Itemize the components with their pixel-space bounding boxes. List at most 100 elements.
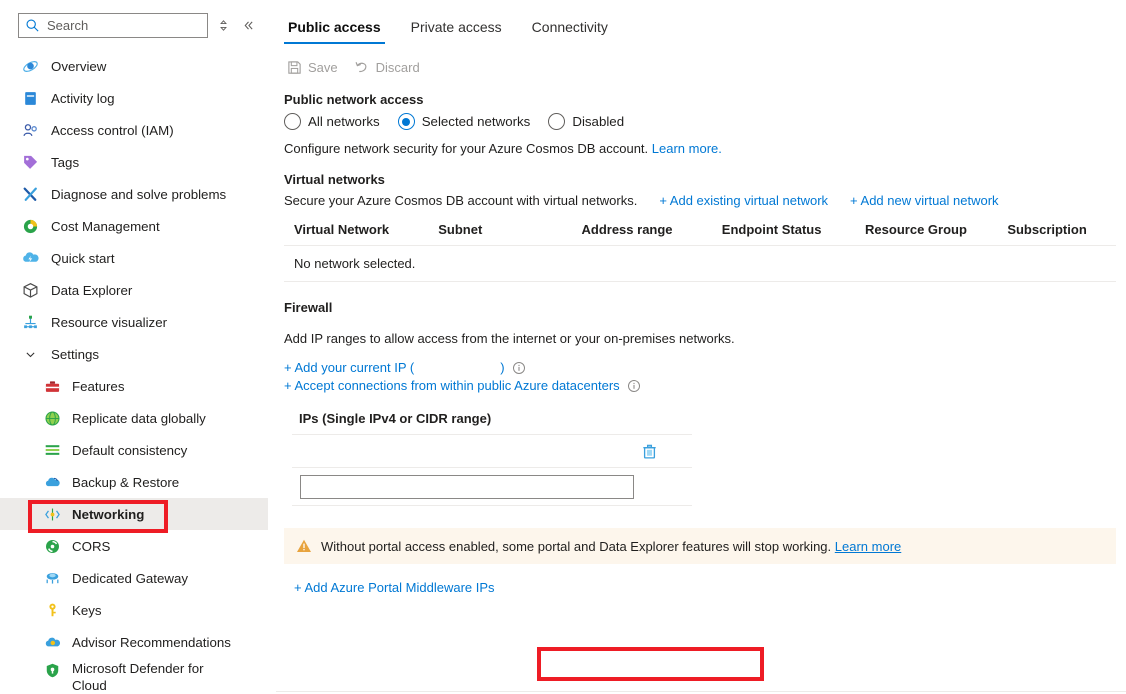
sidebar-item-backup-restore[interactable]: Backup & Restore [0,466,268,498]
virtual-networks-table: Virtual Network Subnet Address range End… [284,218,1116,282]
sidebar-item-overview[interactable]: Overview [0,50,268,82]
tab-label: Public access [288,19,381,35]
sidebar-item-label: Activity log [51,91,115,106]
ip-row-actions [292,435,692,468]
firewall-title: Firewall [284,300,1118,315]
ip-list-table [292,434,692,506]
column-header: Virtual Network [294,222,438,237]
azure-portal-networking-page: Overview Activity log [0,0,1126,694]
sidebar-item-dedicated-gateway[interactable]: Dedicated Gateway [0,562,268,594]
search-box[interactable] [18,13,208,38]
sidebar-item-features[interactable]: Features [0,370,268,402]
discard-label: Discard [376,60,420,75]
add-new-virtual-network-link[interactable]: + Add new virtual network [850,193,999,208]
virtual-networks-actions: Secure your Azure Cosmos DB account with… [284,193,1118,208]
double-chevron-left-icon[interactable] [239,12,258,38]
ip-address-input[interactable] [300,475,634,499]
save-button[interactable]: Save [286,59,338,75]
sidebar-item-resource-visualizer[interactable]: Resource visualizer [0,306,268,338]
radio-circle [548,113,565,130]
sidebar-item-advisor-recommendations[interactable]: Advisor Recommendations [0,626,268,658]
info-icon[interactable] [627,379,641,393]
sidebar-nav-list: Overview Activity log [0,50,268,694]
add-existing-virtual-network-link[interactable]: + Add existing virtual network [659,193,828,208]
undo-icon [354,59,370,75]
tab-label: Connectivity [532,19,608,35]
radio-all-networks[interactable]: All networks [284,113,380,130]
column-header: Resource Group [865,222,1007,237]
search-icon [25,18,40,33]
command-toolbar: Save Discard [276,50,1126,84]
sidebar-item-label: Microsoft Defender for Cloud [72,660,222,694]
search-input[interactable] [45,17,201,34]
sidebar-item-quick-start[interactable]: Quick start [0,242,268,274]
public-network-access-description: Configure network security for your Azur… [284,140,1118,158]
virtual-networks-title: Virtual networks [284,172,1118,187]
ips-column-label: IPs (Single IPv4 or CIDR range) [284,411,1118,426]
tab-public-access[interactable]: Public access [284,19,385,44]
sidebar-item-data-explorer[interactable]: Data Explorer [0,274,268,306]
tab-private-access[interactable]: Private access [407,19,506,44]
warning-triangle-icon [296,538,312,554]
sidebar-item-label: Default consistency [72,443,187,458]
discard-button[interactable]: Discard [354,59,420,75]
save-icon [286,59,302,75]
sidebar-item-diagnose[interactable]: Diagnose and solve problems [0,178,268,210]
sidebar-item-label: Overview [51,59,106,74]
advisor-icon [44,634,61,651]
radio-circle [398,113,415,130]
sidebar-item-cost-management[interactable]: Cost Management [0,210,268,242]
add-current-ip-row: + Add your current IP () [284,360,1118,375]
virtual-networks-description: Secure your Azure Cosmos DB account with… [284,193,637,208]
accept-connections-link[interactable]: + Accept connections from within public … [284,378,620,393]
info-icon[interactable] [512,361,526,375]
sidebar-item-keys[interactable]: Keys [0,594,268,626]
main-content: Public access Private access Connectivit… [268,0,1126,694]
defender-icon [44,662,61,679]
trash-icon[interactable] [641,443,658,460]
quick-start-icon [22,250,39,267]
cors-icon [44,538,61,555]
tab-connectivity[interactable]: Connectivity [528,19,612,44]
diagnose-icon [22,186,39,203]
warning-learn-more-link[interactable]: Learn more [835,539,901,554]
sidebar-item-default-consistency[interactable]: Default consistency [0,434,268,466]
add-current-ip-suffix: ) [500,360,504,375]
middleware-link-wrap: + Add Azure Portal Middleware IPs [284,564,1118,595]
column-header: Endpoint Status [722,222,865,237]
public-network-access-radio-group: All networks Selected networks Disabled [284,113,1118,130]
add-azure-portal-middleware-ips-link[interactable]: + Add Azure Portal Middleware IPs [294,580,495,595]
sidebar-item-microsoft-defender-for-cloud[interactable]: Microsoft Defender for Cloud [0,658,268,694]
dedicated-gateway-icon [44,570,61,587]
sidebar-item-label: Resource visualizer [51,315,167,330]
replicate-globally-icon [44,410,61,427]
sidebar-item-access-control[interactable]: Access control (IAM) [0,114,268,146]
sidebar-item-replicate-data-globally[interactable]: Replicate data globally [0,402,268,434]
save-label: Save [308,60,338,75]
description-text: Configure network security for your Azur… [284,141,648,156]
sidebar-item-label: Networking [72,507,144,522]
radio-label: Selected networks [422,114,531,129]
sidebar-item-label: Settings [51,347,99,362]
sidebar-group-settings[interactable]: Settings [0,338,268,370]
activity-log-icon [22,90,39,107]
sidebar-item-label: Backup & Restore [72,475,179,490]
radio-selected-networks[interactable]: Selected networks [398,113,531,130]
sidebar-item-activity-log[interactable]: Activity log [0,82,268,114]
sidebar-item-label: CORS [72,539,110,554]
sidebar-item-label: Replicate data globally [72,411,206,426]
radio-label: All networks [308,114,380,129]
sidebar-item-tags[interactable]: Tags [0,146,268,178]
sort-icon[interactable] [214,12,233,38]
access-control-icon [22,122,39,139]
sidebar-item-cors[interactable]: CORS [0,530,268,562]
warning-message: Without portal access enabled, some port… [321,539,831,554]
resource-visualizer-icon [22,314,39,331]
radio-disabled[interactable]: Disabled [548,113,624,130]
sidebar-item-networking[interactable]: Networking [0,498,268,530]
add-current-ip-link[interactable]: + Add your current IP () [284,360,505,375]
sidebar-item-label: Diagnose and solve problems [51,187,226,202]
learn-more-link[interactable]: Learn more. [652,141,722,156]
radio-label: Disabled [572,114,624,129]
radio-circle [284,113,301,130]
